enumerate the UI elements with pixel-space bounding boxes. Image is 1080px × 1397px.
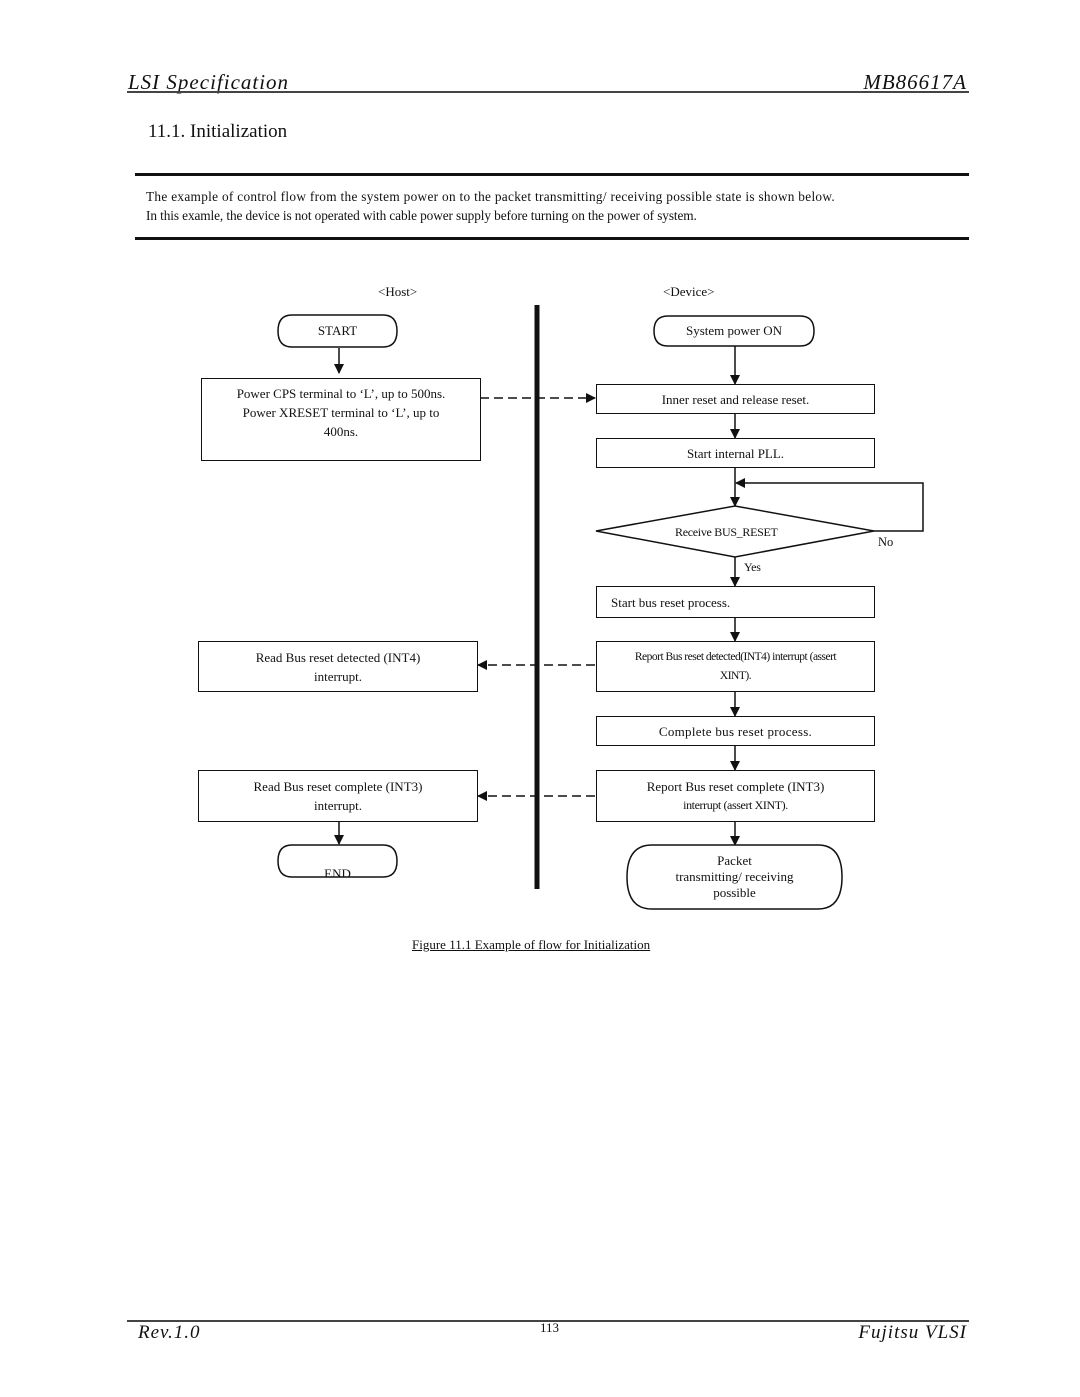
host-power-line-3: 400ns.	[323, 424, 359, 439]
decision-no-label: No	[878, 535, 894, 549]
host-read-int3-line-2: interrupt.	[313, 798, 362, 813]
flowchart-connectors	[277, 305, 924, 910]
device-report-int4-line-2: XINT).	[719, 669, 752, 682]
host-power-line-2: Power XRESET terminal to ‘L’, up to	[242, 405, 440, 420]
device-complete-bus-reset: Complete bus reset process.	[596, 716, 875, 746]
figure-caption: Figure 11.1 Example of flow for Initiali…	[412, 937, 651, 952]
decision-label: Receive BUS_RESET	[675, 525, 778, 539]
device-final-line-1: Packet	[717, 853, 752, 868]
footer-page-number: 113	[540, 1320, 560, 1335]
device-start-pll: Start internal PLL.	[596, 438, 875, 468]
device-final-line-2: transmitting/ receiving	[675, 869, 794, 884]
host-read-int3: Read Bus reset complete (INT3) interrupt…	[198, 770, 478, 822]
host-read-int4-line-2: interrupt.	[313, 668, 362, 684]
device-start-bus-reset: Start bus reset process.	[596, 586, 875, 618]
device-report-int3: Report Bus reset complete (INT3) interru…	[596, 770, 875, 822]
device-inner-reset: Inner reset and release reset.	[596, 384, 875, 414]
device-report-int4: Report Bus reset detected(INT4) interrup…	[596, 641, 875, 692]
device-poweron-label: System power ON	[685, 323, 783, 338]
host-read-int4: Read Bus reset detected (INT4) interrupt…	[198, 641, 478, 692]
device-report-int3-line-2: interrupt (assert XINT).	[683, 798, 788, 812]
lane-label-device: <Device>	[663, 284, 715, 299]
host-read-int4-line-1: Read Bus reset detected (INT4)	[255, 649, 421, 665]
host-end-text: END	[324, 866, 351, 877]
footer-company: Fujitsu VLSI	[858, 1322, 967, 1343]
device-final-state: Packet transmitting/ receiving possible	[627, 845, 842, 909]
host-start-label: START	[317, 323, 358, 338]
decision-yes-label: Yes	[744, 560, 761, 574]
host-power-step: Power CPS terminal to ‘L’, up to 500ns. …	[201, 378, 481, 461]
device-final-line-3: possible	[713, 885, 756, 900]
host-end-label: END	[278, 866, 397, 877]
device-report-int4-line-1: Report Bus reset detected(INT4) interrup…	[634, 650, 837, 663]
footer-revision: Rev.1.0	[138, 1322, 201, 1343]
host-power-line-1: Power CPS terminal to ‘L’, up to 500ns.	[236, 386, 446, 401]
lane-label-host: <Host>	[378, 284, 418, 299]
host-read-int3-line-1: Read Bus reset complete (INT3)	[253, 779, 423, 794]
device-report-int3-line-1: Report Bus reset complete (INT3)	[646, 779, 825, 794]
